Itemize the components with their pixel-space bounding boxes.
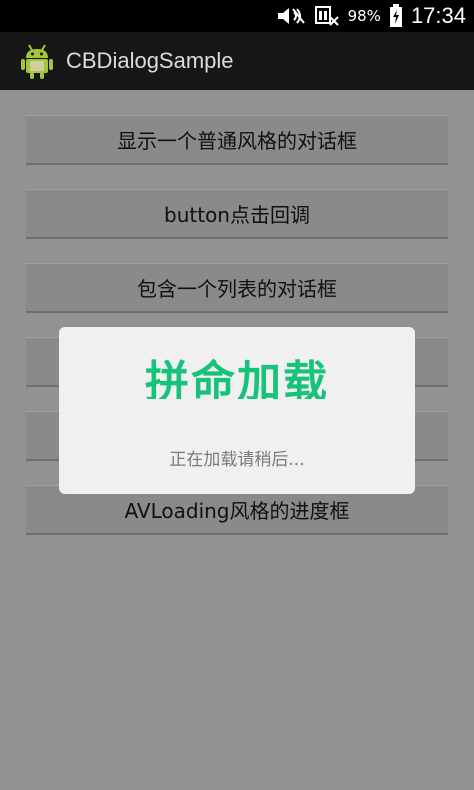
button-callback-button[interactable]: button点击回调 [26, 189, 448, 239]
action-bar: CBDialogSample [0, 32, 474, 90]
loading-dialog: 拼命加载 正在加载请稍后... [59, 327, 415, 494]
mute-icon [276, 6, 306, 26]
app-title: CBDialogSample [66, 48, 234, 73]
status-icons: 98% 17:34 [276, 0, 466, 32]
no-signal-icon [314, 5, 340, 27]
normal-dialog-button[interactable]: 显示一个普通风格的对话框 [26, 115, 448, 165]
status-bar: 98% 17:34 [0, 0, 474, 32]
dialog-message: 正在加载请稍后... [169, 450, 305, 470]
status-clock: 17:34 [410, 3, 466, 28]
loading-animation-mask [119, 399, 355, 413]
battery-charging-icon [389, 4, 403, 28]
list-dialog-button[interactable]: 包含一个列表的对话框 [26, 263, 448, 313]
battery-percent: 98% [347, 7, 381, 25]
android-icon [20, 42, 54, 80]
